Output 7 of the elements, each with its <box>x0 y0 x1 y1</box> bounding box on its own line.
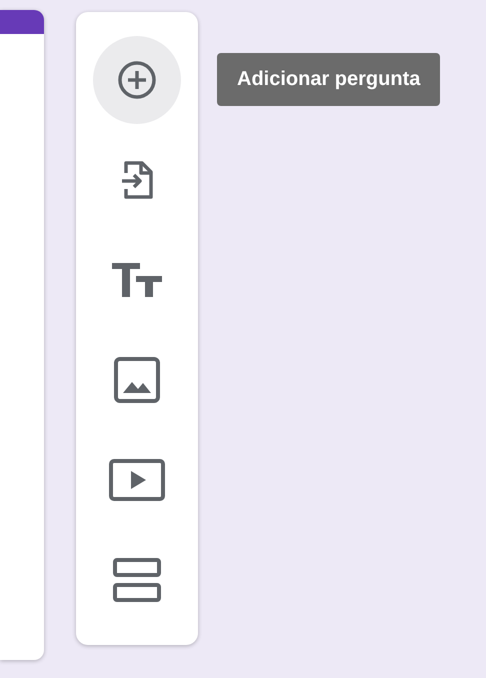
text-size-icon <box>112 263 162 297</box>
file-import-icon <box>120 159 154 201</box>
image-icon <box>114 357 160 403</box>
tooltip: Adicionar pergunta <box>217 53 440 106</box>
add-circle-icon <box>117 60 157 100</box>
section-icon <box>113 558 161 602</box>
video-icon <box>109 459 165 501</box>
